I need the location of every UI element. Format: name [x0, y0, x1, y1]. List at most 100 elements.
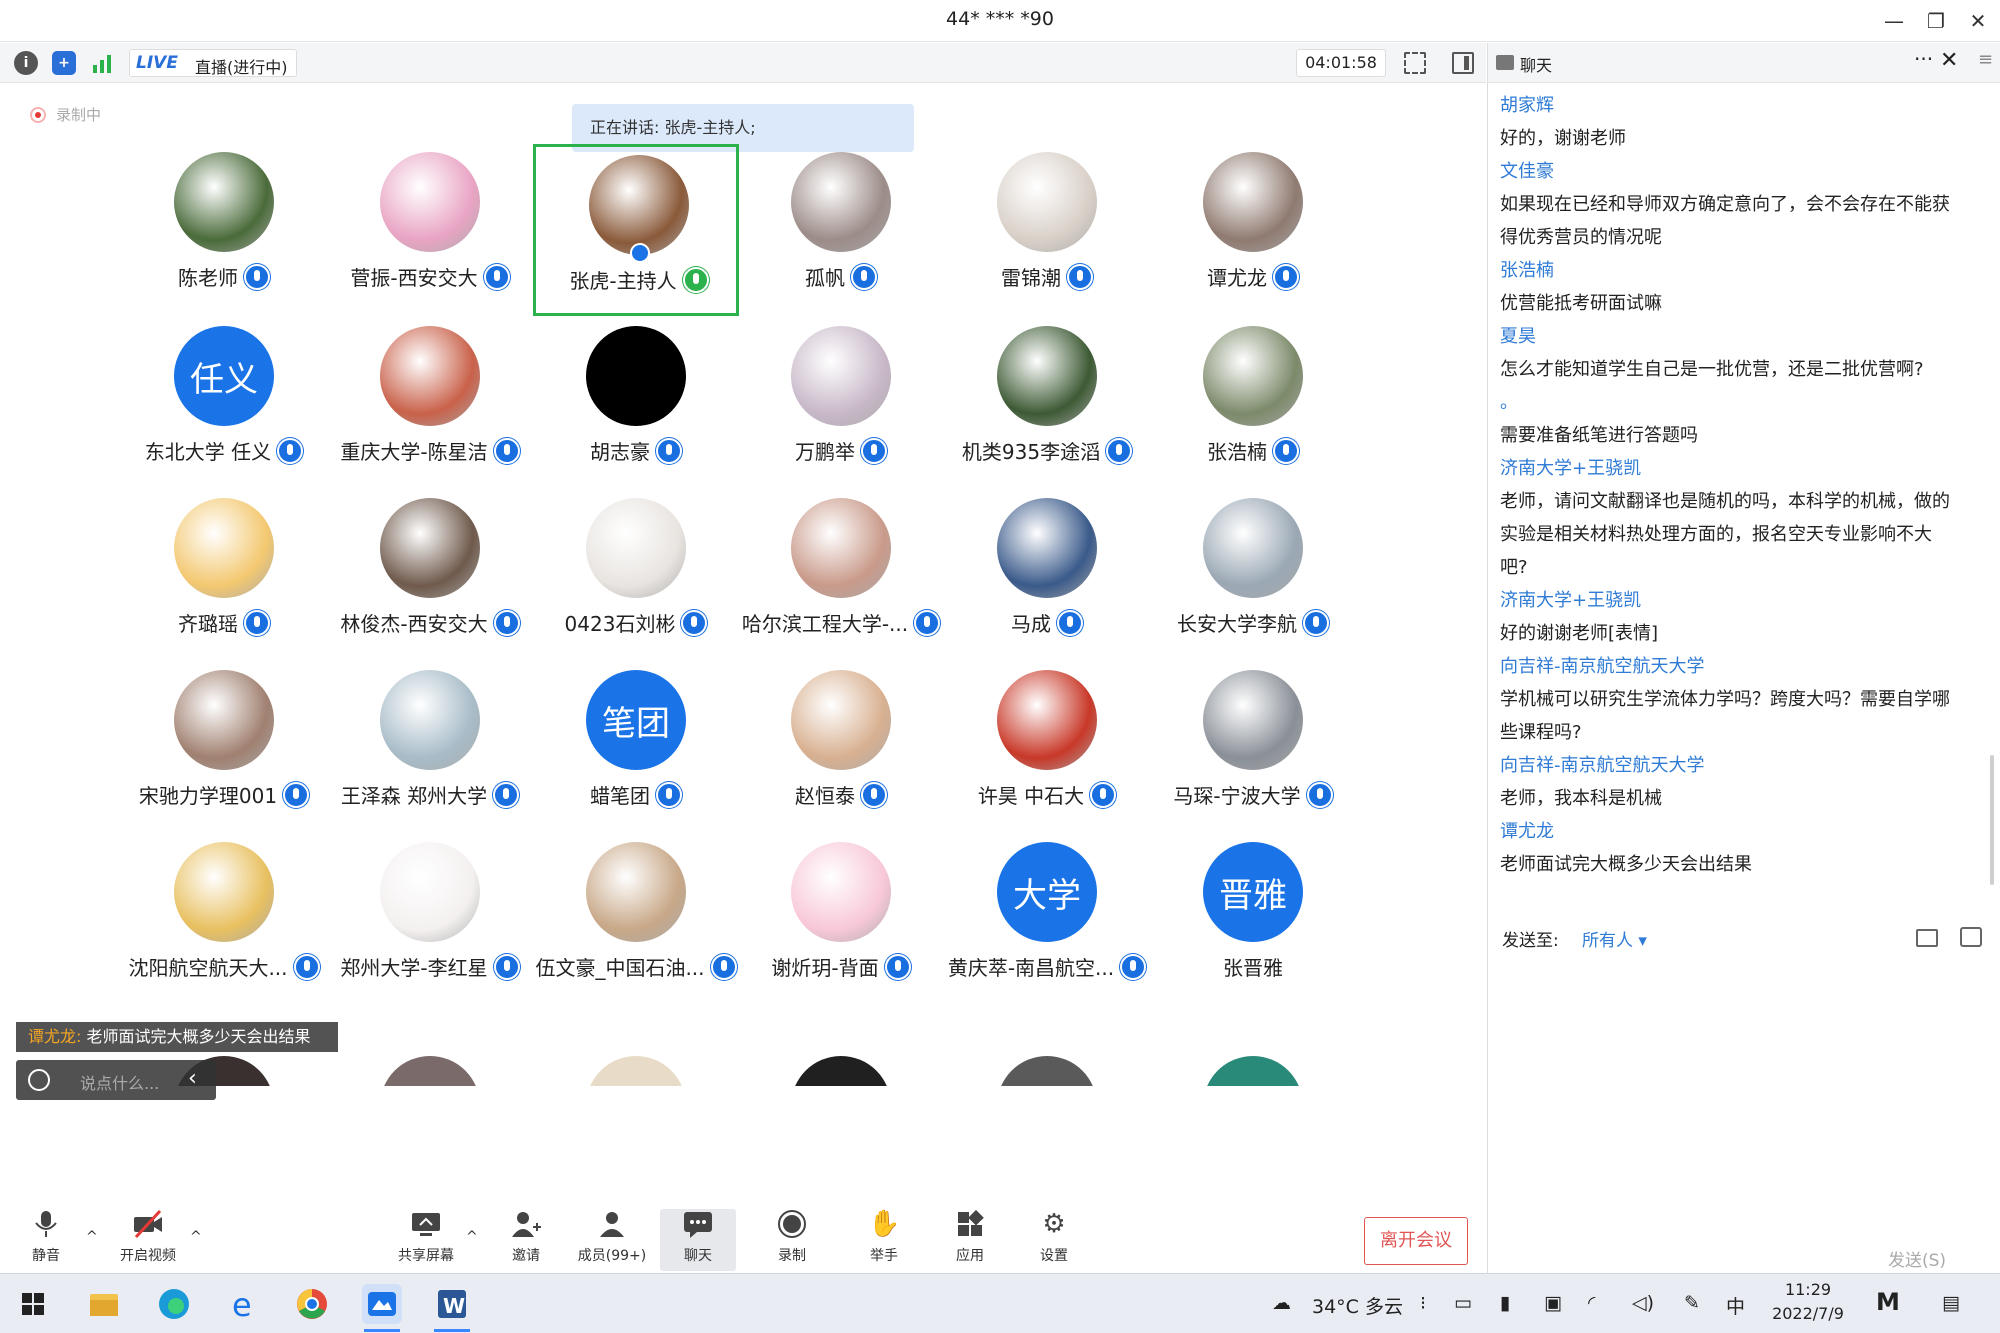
chat-message-user[interactable]: 向吉祥-南京航空航天大学 — [1500, 650, 1988, 683]
quick-chat-input[interactable]: 说点什么... — [80, 1070, 159, 1094]
shield-icon[interactable]: + — [52, 51, 76, 75]
battery-icon[interactable]: ▭ — [1454, 1292, 1472, 1314]
chat-input[interactable] — [1488, 957, 2000, 1273]
record-button[interactable]: 录制 — [752, 1209, 832, 1265]
signal-icon[interactable] — [90, 51, 114, 75]
participant-tile[interactable]: 哈尔滨工程大学-... — [738, 490, 944, 662]
info-icon[interactable]: i — [14, 51, 38, 75]
participant-tile[interactable]: 马琛-宁波大学 — [1150, 662, 1356, 834]
participant-tile[interactable]: 任义 东北大学 任义 — [121, 318, 327, 490]
fullscreen-icon[interactable] — [1404, 52, 1426, 74]
usb-icon[interactable]: ▮ — [1500, 1292, 1510, 1314]
participant-tile[interactable]: 胡志豪 — [533, 318, 739, 490]
chevron-up-icon[interactable]: ^ — [86, 1229, 98, 1245]
quick-chat-bar[interactable]: 说点什么... ‹ — [16, 1060, 216, 1100]
chat-message-user[interactable]: 谭尤龙 — [1500, 815, 1988, 848]
send-to-select[interactable]: 所有人 ▾ — [1582, 926, 1647, 951]
chat-message-user[interactable]: 。 — [1500, 386, 1988, 419]
video-stage: 录制中 正在讲话: 张虎-主持人; 陈老师 菅振-西安交大 张虎-主持人 孤帆 雷锦潮谭… — [0, 84, 1486, 1100]
participant-tile[interactable]: 大学 黄庆萃-南昌航空... — [944, 834, 1150, 1006]
participant-tile[interactable]: 晋雅 张晋雅 — [1150, 834, 1356, 1006]
participant-tile[interactable]: 孤帆 — [738, 144, 944, 316]
participant-tile[interactable]: 林俊杰-西安交大 — [327, 490, 533, 662]
file-icon[interactable] — [1916, 929, 1938, 947]
apps-button[interactable]: 应用 — [930, 1209, 1010, 1265]
screenshot-icon[interactable] — [1960, 927, 1982, 947]
chat-message-user[interactable]: 胡家辉 — [1500, 89, 1988, 122]
leave-meeting-button[interactable]: 离开会议 — [1364, 1217, 1468, 1265]
chat-message-user[interactable]: 济南大学+王骁凯 — [1500, 452, 1988, 485]
chrome-icon[interactable] — [292, 1284, 332, 1324]
participant-tile[interactable]: 重庆大学-陈星洁 — [327, 318, 533, 490]
participant-tile[interactable]: 沈阳航空航天大... — [121, 834, 327, 1006]
windows-start-icon[interactable] — [14, 1284, 54, 1324]
participant-tile[interactable]: 王泽森 郑州大学 — [327, 662, 533, 834]
start-video-button[interactable]: 开启视频 — [108, 1209, 188, 1265]
taskbar-clock[interactable]: 11:29 2022/7/9 — [1768, 1278, 1848, 1326]
close-icon[interactable]: ✕ — [1940, 48, 1958, 73]
sidebar-toggle-icon[interactable] — [1452, 52, 1474, 74]
chat-scrollbar[interactable] — [1990, 755, 1994, 885]
participant-tile[interactable]: 许昊 中石大 — [944, 662, 1150, 834]
pen-icon[interactable]: ✎ — [1684, 1292, 1700, 1314]
wifi-icon[interactable]: ◜ — [1588, 1292, 1595, 1314]
participant-tile[interactable]: 谭尤龙 — [1150, 144, 1356, 316]
participant-name-row: 谢炘玥-背面 — [738, 952, 944, 981]
weather-text[interactable]: 34°C 多云 — [1312, 1292, 1403, 1319]
more-icon[interactable]: ··· — [1914, 47, 1933, 71]
people-icon[interactable]: ⁝ — [1420, 1292, 1426, 1314]
participant-tile[interactable]: 张虎-主持人 — [533, 144, 739, 316]
participant-tile[interactable]: 机类935李途滔 — [944, 318, 1150, 490]
live-status-pill[interactable]: LIVE 直播(进行中) — [129, 49, 297, 77]
participant-tile[interactable]: 0423石刘彬 — [533, 490, 739, 662]
participant-tile[interactable]: 郑州大学-李红星 — [327, 834, 533, 1006]
chat-message-user[interactable]: 文佳豪 — [1500, 155, 1988, 188]
chat-message-text: 好的，谢谢老师 — [1500, 128, 1626, 149]
chat-message-user[interactable]: 向吉祥-南京航空航天大学 — [1500, 749, 1988, 782]
chat-message-user[interactable]: 夏昊 — [1500, 320, 1988, 353]
word-icon[interactable]: W — [432, 1284, 472, 1332]
participant-tile[interactable]: 齐璐瑶 — [121, 490, 327, 662]
notification-icon[interactable]: ▤ — [1942, 1292, 1960, 1314]
display-icon[interactable]: ▣ — [1544, 1292, 1562, 1314]
ie-icon[interactable]: e — [224, 1284, 264, 1324]
close-window-button[interactable]: ✕ — [1958, 6, 1998, 36]
edge-icon[interactable] — [154, 1284, 194, 1324]
participant-tile[interactable]: 宋驰力学理001 — [121, 662, 327, 834]
participant-tile[interactable]: 谢炘玥-背面 — [738, 834, 944, 1006]
chat-message-user[interactable]: 济南大学+王骁凯 — [1500, 584, 1988, 617]
members-button[interactable]: 成员(99+) — [572, 1209, 652, 1265]
emoji-icon[interactable] — [28, 1069, 50, 1091]
maximize-button[interactable]: ❐ — [1916, 6, 1956, 36]
participant-tile[interactable]: 长安大学李航 — [1150, 490, 1356, 662]
taskbar: e W ☁ 34°C 多云 ⁝ ▭ ▮ ▣ ◜ ◁) ✎ 中 11:29 202… — [0, 1273, 2000, 1333]
chevron-left-icon[interactable]: ‹ — [188, 1066, 197, 1091]
participant-tile[interactable]: 万鹏举 — [738, 318, 944, 490]
chat-button[interactable]: 聊天 — [660, 1209, 736, 1271]
participant-tile[interactable]: 陈老师 — [121, 144, 327, 316]
participant-tile[interactable]: 笔团 蜡笔团 — [533, 662, 739, 834]
participant-tile[interactable]: 张浩楠 — [1150, 318, 1356, 490]
mute-button[interactable]: 静音 — [6, 1209, 86, 1265]
meeting-app-icon[interactable] — [362, 1284, 402, 1332]
chevron-up-icon[interactable]: ^ — [190, 1229, 202, 1245]
invite-button[interactable]: 邀请 — [486, 1209, 566, 1265]
chevron-up-icon[interactable]: ^ — [466, 1229, 478, 1245]
settings-button[interactable]: ⚙ 设置 — [1014, 1209, 1094, 1265]
minimize-button[interactable]: — — [1874, 6, 1914, 36]
participant-tile[interactable]: 雷锦潮 — [944, 144, 1150, 316]
members-icon — [596, 1209, 628, 1239]
volume-icon[interactable]: ◁) — [1632, 1292, 1654, 1314]
ime-indicator[interactable]: 中 — [1726, 1292, 1745, 1319]
participant-tile[interactable]: 赵恒泰 — [738, 662, 944, 834]
participant-tile[interactable]: 伍文豪_中国石油... — [533, 834, 739, 1006]
chat-message-user[interactable]: 张浩楠 — [1500, 254, 1988, 287]
participant-tile[interactable]: 菅振-西安交大 — [327, 144, 533, 316]
input-method-icon[interactable]: M — [1876, 1288, 1900, 1316]
menu-icon[interactable]: ≡ — [1978, 49, 1993, 70]
file-explorer-icon[interactable] — [84, 1284, 124, 1324]
raise-hand-button[interactable]: ✋ 举手 — [844, 1209, 924, 1265]
share-screen-button[interactable]: 共享屏幕 — [386, 1209, 466, 1265]
participant-tile[interactable]: 马成 — [944, 490, 1150, 662]
send-button[interactable]: 发送(S) — [1888, 1246, 1946, 1271]
